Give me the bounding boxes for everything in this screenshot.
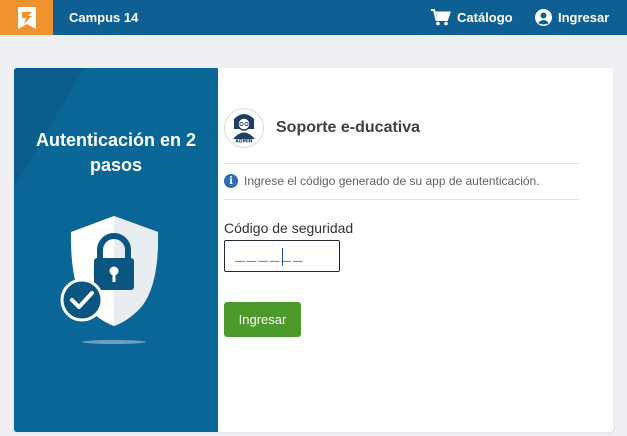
info-icon: i [224,174,238,188]
cart-icon [431,9,451,26]
login-link[interactable]: Ingresar [535,0,609,35]
top-navbar: Campus 14 Catálogo Ingresar [0,0,627,35]
login-label: Ingresar [558,10,610,25]
avatar-caption: ADMIN [235,139,252,145]
text-caret [282,248,283,266]
two-factor-side-panel: Autenticación en 2 pasos [14,68,218,432]
info-message: i Ingrese el código generado de su app d… [224,174,540,188]
submit-login-button[interactable]: Ingresar [224,302,301,337]
security-code-label: Código de seguridad [224,220,354,236]
admin-avatar-icon: ADMIN [233,114,255,145]
shield-lock-check-icon [60,216,159,344]
user-circle-icon [535,9,552,26]
catalog-link[interactable]: Catálogo [431,0,513,35]
e-ducativa-logo-icon [17,6,36,29]
divider [224,199,580,200]
profile-name: Soporte e-ducativa [276,119,421,136]
home-logo-link[interactable] [0,0,53,35]
info-text: Ingrese el código generado de su app de … [244,174,540,188]
profile-header: ADMIN Soporte e-ducativa [224,108,420,148]
admin-avatar: ADMIN [224,108,264,148]
two-factor-title: Autenticación en 2 pasos [35,130,197,175]
campus-name[interactable]: Campus 14 [69,0,138,35]
divider [224,163,580,164]
catalog-label: Catálogo [457,10,513,25]
